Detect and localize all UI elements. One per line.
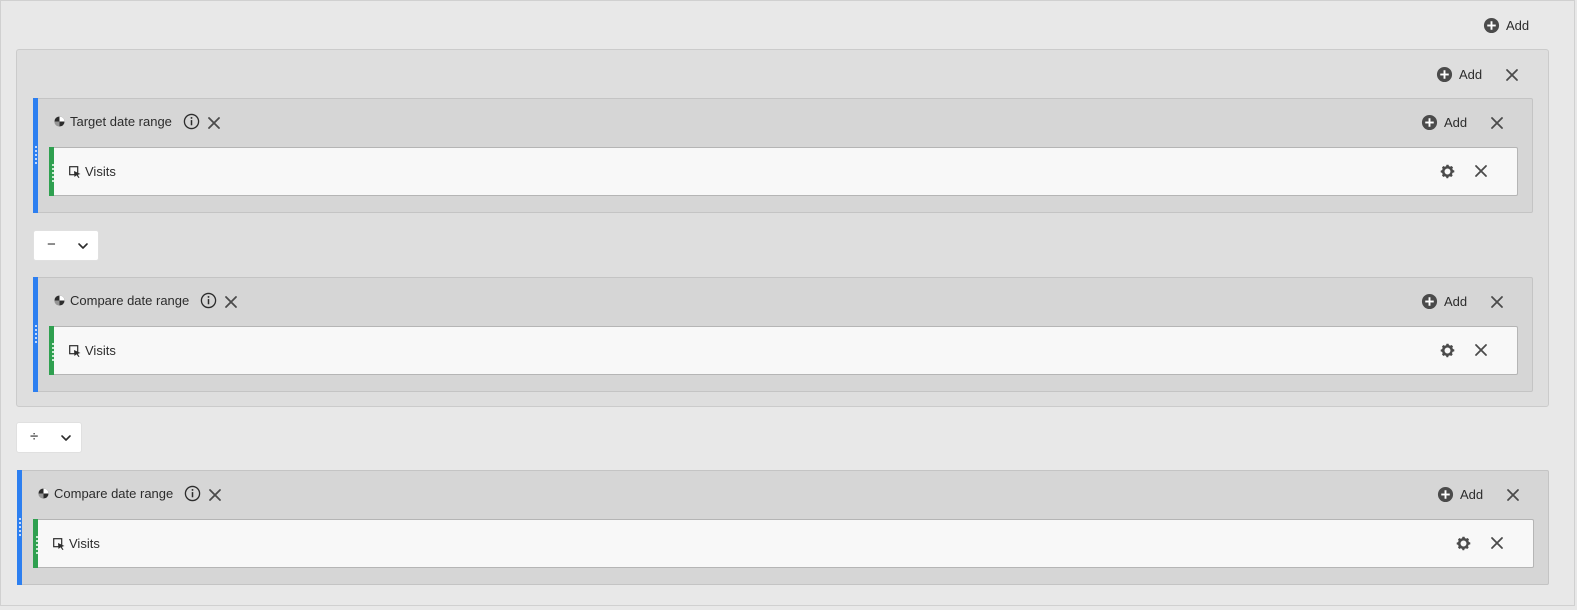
plus-circle-icon — [1437, 486, 1454, 503]
gear-icon[interactable] — [1439, 342, 1456, 359]
close-icon[interactable] — [1490, 116, 1504, 130]
segment-icon — [54, 295, 65, 306]
info-icon[interactable] — [183, 113, 200, 130]
container-header: Target date range — [54, 113, 200, 130]
chevron-down-icon — [77, 240, 89, 252]
close-icon[interactable] — [1505, 68, 1519, 82]
drag-handle[interactable] — [18, 517, 22, 537]
operator-symbol: − — [47, 236, 56, 253]
metric-icon — [69, 345, 81, 357]
segment-container: Compare date range Add Visits — [17, 470, 1549, 585]
add-button-label: Add — [1506, 18, 1530, 33]
metric-label: Visits — [85, 164, 116, 179]
metric-label-group: Visits — [69, 343, 116, 358]
chevron-down-icon — [60, 432, 72, 444]
close-icon[interactable] — [1474, 343, 1488, 357]
segment-container: Compare date range Add Visits — [33, 277, 1533, 392]
gear-icon[interactable] — [1439, 163, 1456, 180]
operator-select[interactable]: ÷ — [16, 422, 82, 453]
plus-circle-icon — [1483, 17, 1500, 34]
metric-icon — [53, 538, 65, 550]
add-button[interactable]: Add — [1483, 17, 1529, 34]
close-icon[interactable] — [1490, 536, 1504, 550]
metric-label-group: Visits — [53, 536, 100, 551]
plus-circle-icon — [1421, 114, 1438, 131]
metric-row[interactable]: Visits — [33, 519, 1534, 568]
metric-row[interactable]: Visits — [49, 147, 1518, 196]
container-title: Compare date range — [54, 486, 174, 501]
add-button-label: Add — [1444, 294, 1468, 309]
group-add-button[interactable]: Add — [1436, 66, 1482, 83]
container-title: Compare date range — [70, 293, 190, 308]
metric-builder-canvas: Add Add Target date range Add Visits − C… — [0, 0, 1575, 606]
close-icon[interactable] — [1474, 164, 1488, 178]
plus-circle-icon — [1421, 293, 1438, 310]
segment-icon — [38, 488, 49, 499]
metric-row[interactable]: Visits — [49, 326, 1518, 375]
drag-handle[interactable] — [51, 342, 55, 362]
segment-container: Target date range Add Visits — [33, 98, 1533, 213]
drag-handle[interactable] — [35, 535, 39, 555]
container-header: Compare date range — [38, 485, 201, 502]
calculation-group: Add Target date range Add Visits − Compa… — [16, 49, 1549, 407]
drag-handle[interactable] — [34, 145, 38, 165]
metric-icon — [69, 166, 81, 178]
drag-handle[interactable] — [34, 324, 38, 344]
close-icon[interactable] — [224, 295, 238, 309]
container-add-button[interactable]: Add — [1421, 114, 1467, 131]
close-icon[interactable] — [1506, 488, 1520, 502]
operator-symbol: ÷ — [30, 428, 39, 445]
plus-circle-icon — [1436, 66, 1453, 83]
metric-label-group: Visits — [69, 164, 116, 179]
add-button-label: Add — [1444, 115, 1468, 130]
container-header: Compare date range — [54, 292, 217, 309]
metric-label: Visits — [85, 343, 116, 358]
container-add-button[interactable]: Add — [1421, 293, 1467, 310]
close-icon[interactable] — [207, 116, 221, 130]
segment-icon — [54, 116, 65, 127]
close-icon[interactable] — [1490, 295, 1504, 309]
info-icon[interactable] — [184, 485, 201, 502]
operator-select[interactable]: − — [33, 230, 99, 261]
add-button-label: Add — [1459, 67, 1483, 82]
info-icon[interactable] — [200, 292, 217, 309]
drag-handle[interactable] — [51, 163, 55, 183]
add-button-label: Add — [1460, 487, 1484, 502]
container-add-button[interactable]: Add — [1437, 486, 1483, 503]
metric-label: Visits — [69, 536, 100, 551]
gear-icon[interactable] — [1455, 535, 1472, 552]
container-title: Target date range — [70, 114, 172, 129]
close-icon[interactable] — [208, 488, 222, 502]
